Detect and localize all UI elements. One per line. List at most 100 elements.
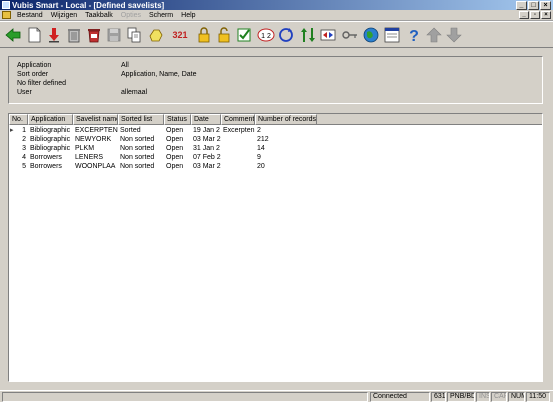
- trash-icon[interactable]: [64, 25, 84, 45]
- menu-bar: Bestand Wijzigen Taakbalk Opties Scherm …: [0, 10, 553, 21]
- checkbox-icon[interactable]: [234, 25, 254, 45]
- table-row[interactable]: 5 Borrowers WOONPLAA Non sorted Open 03 …: [9, 162, 542, 171]
- download-arrow-icon[interactable]: [44, 25, 64, 45]
- lock-icon[interactable]: [194, 25, 214, 45]
- cell-sorted-list: Sorted: [120, 127, 141, 134]
- cell-number-of-records: 2: [257, 127, 261, 134]
- app-icon: [2, 1, 10, 9]
- cell-application: Bibliographic: [30, 136, 71, 143]
- cell-date: 31 Jan 2: [193, 145, 220, 152]
- table-row[interactable]: 4 Borrowers LENERS Non sorted Open 07 Fe…: [9, 153, 542, 162]
- minimize-button[interactable]: _: [516, 0, 527, 10]
- table-row[interactable]: 3 Bibliographic PLKM Non sorted Open 31 …: [9, 144, 542, 153]
- compare-icon[interactable]: 1 2: [256, 25, 276, 45]
- user-label: User: [17, 89, 32, 96]
- col-comment[interactable]: Comment: [221, 114, 255, 125]
- status-connection: Connected: [370, 392, 430, 402]
- menu-bestand[interactable]: Bestand: [13, 12, 47, 19]
- status-bar: Connected 631 PNB/BD INS CAPS NUM 11:50: [0, 390, 553, 402]
- col-date[interactable]: Date: [191, 114, 221, 125]
- application-label: Application: [17, 62, 52, 69]
- cell-sorted-list: Non sorted: [120, 154, 155, 161]
- cell-number-of-records: 20: [257, 163, 265, 170]
- document-icon[interactable]: [2, 11, 11, 19]
- form-icon[interactable]: [382, 25, 402, 45]
- col-status[interactable]: Status: [164, 114, 191, 125]
- menu-taakbalk[interactable]: Taakbalk: [81, 12, 117, 19]
- child-close-button[interactable]: ×: [541, 11, 551, 19]
- sort-numbers-icon[interactable]: 321: [168, 25, 192, 45]
- help-icon[interactable]: ?: [404, 25, 424, 45]
- transfer-icon[interactable]: [318, 25, 338, 45]
- new-document-icon[interactable]: [24, 25, 44, 45]
- svg-text:?: ?: [409, 28, 419, 44]
- child-restore-button[interactable]: ▫: [530, 11, 540, 19]
- cell-status: Open: [166, 136, 184, 143]
- user-value: allemaal: [121, 89, 148, 96]
- savelist-table[interactable]: No. Application Savelist name Sorted lis…: [8, 113, 543, 382]
- cell-status: Open: [166, 127, 184, 134]
- cell-date: 19 Jan 2: [193, 127, 220, 134]
- back-arrow-icon[interactable]: [3, 25, 23, 45]
- col-number-of-records[interactable]: Number of records: [255, 114, 317, 125]
- arrow-up-icon: [424, 25, 444, 45]
- status-message: [2, 392, 368, 402]
- close-button[interactable]: ×: [540, 0, 551, 10]
- arrow-down-icon: [444, 25, 464, 45]
- sort-order-label: Sort order: [17, 71, 49, 78]
- cell-status: Open: [166, 163, 184, 170]
- unlock-icon[interactable]: [214, 25, 234, 45]
- cell-application: Borrowers: [30, 154, 62, 161]
- cell-comment: [221, 135, 255, 144]
- key-icon[interactable]: [340, 25, 360, 45]
- cell-savelist-name: PLKM: [75, 145, 95, 152]
- cell-number-of-records: 14: [257, 145, 265, 152]
- save-disk-icon: [104, 25, 124, 45]
- sort-numbers-label: 321: [172, 30, 188, 40]
- table-row[interactable]: ▸ 1 Bibliographic EXCERPTEN Sorted Open …: [9, 126, 542, 135]
- col-application[interactable]: Application: [28, 114, 73, 125]
- col-no[interactable]: No.: [9, 114, 28, 125]
- status-caps: CAPS: [491, 392, 507, 402]
- col-savelist-name[interactable]: Savelist name: [73, 114, 118, 125]
- menu-help[interactable]: Help: [177, 12, 199, 19]
- child-minimize-button[interactable]: _: [519, 11, 529, 19]
- application-value: All: [121, 62, 129, 69]
- filter-info-panel: Application All Sort order Application, …: [8, 56, 543, 104]
- cell-sorted-list: Non sorted: [120, 136, 155, 143]
- menu-scherm[interactable]: Scherm: [145, 12, 177, 19]
- globe-icon[interactable]: [361, 25, 381, 45]
- cell-savelist-name: NEWYORK: [75, 136, 112, 143]
- copy-icon[interactable]: [124, 25, 144, 45]
- red-trash-icon[interactable]: [84, 25, 104, 45]
- sort-arrows-icon[interactable]: [298, 25, 318, 45]
- sort-order-value: Application, Name, Date: [121, 71, 197, 78]
- menu-wijzigen[interactable]: Wijzigen: [47, 12, 81, 19]
- cell-application: Borrowers: [30, 163, 62, 170]
- cell-no: 5: [22, 163, 26, 170]
- cell-sorted-list: Non sorted: [120, 163, 155, 170]
- status-database: PNB/BD: [447, 392, 475, 402]
- cell-comment: Excerpten: [223, 127, 255, 134]
- toolbar: 321 1 2 ?: [0, 21, 553, 48]
- cell-number-of-records: 212: [257, 136, 269, 143]
- table-row[interactable]: 2 Bibliographic NEWYORK Non sorted Open …: [9, 135, 542, 144]
- maximize-button[interactable]: □: [528, 0, 539, 10]
- filter-label: No filter defined: [17, 80, 67, 87]
- status-num: NUM: [508, 392, 525, 402]
- cell-savelist-name: WOONPLAA: [75, 163, 116, 170]
- cell-no: 1: [22, 127, 26, 134]
- status-time: 11:50: [526, 392, 550, 402]
- cell-savelist-name: EXCERPTEN: [75, 127, 118, 134]
- hand-pointer-icon[interactable]: [146, 25, 166, 45]
- cell-savelist-name: LENERS: [75, 154, 104, 161]
- cell-date: 03 Mar 2: [193, 136, 221, 143]
- cell-date: 03 Mar 2: [193, 163, 221, 170]
- status-ins: INS: [476, 392, 490, 402]
- refresh-icon[interactable]: [276, 25, 296, 45]
- menu-opties: Opties: [120, 11, 142, 19]
- col-sorted-list[interactable]: Sorted list: [118, 114, 164, 125]
- window-title: Vubis Smart - Local - [Defined savelists…: [12, 0, 165, 10]
- cell-comment: [221, 144, 255, 153]
- cell-no: 2: [22, 136, 26, 143]
